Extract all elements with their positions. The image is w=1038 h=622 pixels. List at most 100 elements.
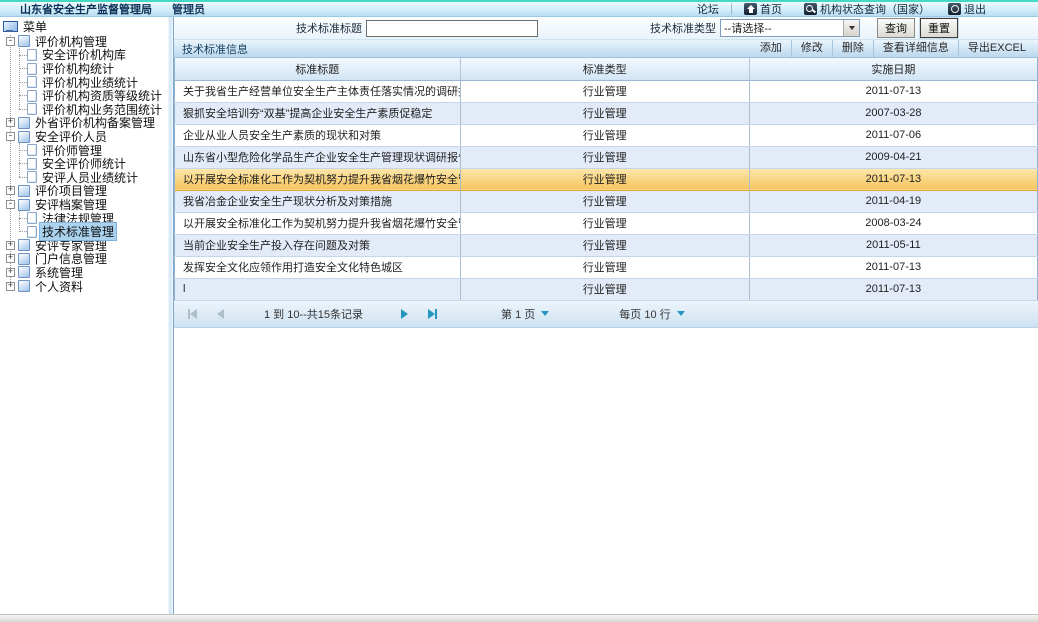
action-button-2[interactable]: 删除 (832, 40, 873, 57)
folder-icon (18, 131, 30, 143)
reset-button[interactable]: 重置 (920, 18, 958, 38)
app-title: 山东省安全生产监督管理局 (0, 1, 172, 17)
org-status-label: 机构状态查询（国家） (820, 1, 930, 17)
document-icon (27, 226, 37, 238)
search-bar: 技术标准标题 技术标准类型 --请选择-- 查询 重置 (174, 17, 1038, 40)
table-row[interactable]: 我省冶金企业安全生产现状分析及对策措施行业管理2011-04-19 (175, 190, 1038, 212)
tree-leaf-4-1[interactable]: 技术标准管理 (15, 225, 168, 239)
first-page-button[interactable] (188, 309, 197, 319)
collapse-icon[interactable]: - (6, 37, 15, 46)
tree-children-2: 评价师管理安全评价师统计安评人员业绩统计 (15, 143, 168, 184)
expand-icon[interactable]: + (6, 254, 15, 263)
expand-icon[interactable]: + (6, 186, 15, 195)
tree-node-8[interactable]: +个人资料 (6, 279, 168, 293)
tree-node-7[interactable]: +系统管理 (6, 266, 168, 280)
document-icon (27, 49, 37, 61)
folder-icon (18, 35, 30, 47)
cell-date: 2011-04-19 (749, 190, 1037, 212)
tree-root-menu[interactable]: 菜单 (3, 20, 168, 34)
page-selector[interactable]: 第 1 页 (501, 306, 549, 322)
tree-children-4: 法律法规管理技术标准管理 (15, 211, 168, 238)
cell-type: 行业管理 (460, 256, 749, 278)
last-page-button[interactable] (428, 309, 437, 319)
cell-type: 行业管理 (460, 234, 749, 256)
caret-down-icon (677, 311, 685, 316)
column-header: 标准标题 (175, 58, 461, 80)
table-row[interactable]: 以开展安全标准化工作为契机努力提升我省烟花爆竹安全管理水平行业管理2011-07… (175, 168, 1038, 190)
table-row[interactable]: 发挥安全文化应领作用打造安全文化特色城区行业管理2011-07-13 (175, 256, 1038, 278)
tree-leaf-label: 技术标准管理 (40, 223, 116, 240)
forum-link[interactable]: 论坛 (697, 1, 719, 17)
tree-leaf-label: 评价机构业务范围统计 (40, 101, 164, 118)
action-button-1[interactable]: 修改 (791, 40, 832, 57)
table-row[interactable]: 企业从业人员安全生产素质的现状和对策行业管理2011-07-06 (175, 124, 1038, 146)
table-row[interactable]: 以开展安全标准化工作为契机努力提升我省烟花爆竹安全管理水平行业管理2008-03… (175, 212, 1038, 234)
cell-title: 以开展安全标准化工作为契机努力提升我省烟花爆竹安全管理水平 (175, 212, 461, 234)
selected-option-label: --请选择-- (721, 20, 843, 36)
action-button-4[interactable]: 导出EXCEL (958, 40, 1035, 57)
table-row[interactable]: 山东省小型危险化学品生产企业安全生产管理现状调研报告行业管理2009-04-21 (175, 146, 1038, 168)
collapse-icon[interactable]: - (6, 132, 15, 141)
expand-icon[interactable]: + (6, 268, 15, 277)
arrow-right-icon (401, 309, 408, 319)
main-content: 技术标准标题 技术标准类型 --请选择-- 查询 重置 技术标准信息 添加修改删… (173, 17, 1038, 614)
expand-icon[interactable]: + (6, 282, 15, 291)
caret-down-icon (541, 311, 549, 316)
table-row[interactable]: 关于我省生产经营单位安全生产主体责任落实情况的调研报告行业管理2011-07-1… (175, 80, 1038, 102)
cell-date: 2011-07-06 (749, 124, 1037, 146)
cell-title: 我省冶金企业安全生产现状分析及对策措施 (175, 190, 461, 212)
cell-date: 2009-04-21 (749, 146, 1037, 168)
expand-icon[interactable]: + (6, 118, 15, 127)
folder-icon (18, 199, 30, 211)
query-button[interactable]: 查询 (877, 18, 915, 38)
cell-title: 山东省小型危险化学品生产企业安全生产管理现状调研报告 (175, 146, 461, 168)
tree-node-6[interactable]: +门户信息管理 (6, 252, 168, 266)
window-body: 菜单 -评价机构管理安全评价机构库评价机构统计评价机构业绩统计评价机构资质等级统… (0, 17, 1038, 614)
logout-label: 退出 (964, 1, 986, 17)
tree-leaf-label: 安评人员业绩统计 (40, 169, 140, 186)
table-header-row: 标准标题标准类型实施日期 (175, 58, 1038, 80)
select-dropdown-button[interactable] (843, 20, 859, 36)
standard-title-label: 技术标准标题 (296, 20, 362, 36)
folder-icon (18, 266, 30, 278)
document-icon (27, 90, 37, 102)
document-icon (27, 144, 37, 156)
org-status-link[interactable]: 机构状态查询（国家） (804, 1, 930, 17)
cell-type: 行业管理 (460, 124, 749, 146)
table-row[interactable]: 当前企业安全生产投入存在问题及对策行业管理2011-05-11 (175, 234, 1038, 256)
folder-icon (18, 280, 30, 292)
standard-title-input[interactable] (366, 20, 538, 37)
document-icon (27, 76, 37, 88)
next-page-button[interactable] (401, 309, 408, 319)
action-button-0[interactable]: 添加 (751, 40, 791, 57)
tree-leaf-2-2[interactable]: 安评人员业绩统计 (15, 171, 168, 185)
document-icon (27, 63, 37, 75)
link-separator: ｜ (726, 1, 737, 17)
document-icon (27, 158, 37, 170)
logout-link[interactable]: 退出 (948, 1, 986, 17)
panel-action-buttons: 添加修改删除查看详细信息导出EXCEL (751, 40, 1038, 57)
computer-icon (3, 21, 18, 33)
cell-date: 2011-07-13 (749, 80, 1037, 102)
collapse-icon[interactable]: - (6, 200, 15, 209)
standard-type-select[interactable]: --请选择-- (720, 19, 860, 37)
arrow-right-icon (428, 309, 435, 319)
cell-type: 行业管理 (460, 190, 749, 212)
page-size-label: 每页 10 行 (619, 306, 670, 322)
column-header: 标准类型 (460, 58, 749, 80)
cell-type: 行业管理 (460, 212, 749, 234)
arrow-left-icon (190, 309, 197, 319)
tree-leaf-0-4[interactable]: 评价机构业务范围统计 (15, 103, 168, 117)
cell-title: 当前企业安全生产投入存在问题及对策 (175, 234, 461, 256)
prev-page-button[interactable] (217, 309, 224, 319)
cell-title: 以开展安全标准化工作为契机努力提升我省烟花爆竹安全管理水平 (175, 168, 461, 190)
action-button-3[interactable]: 查看详细信息 (873, 40, 958, 57)
table-row[interactable]: l行业管理2011-07-13 (175, 278, 1038, 300)
expand-icon[interactable]: + (6, 241, 15, 250)
home-link[interactable]: 首页 (744, 1, 782, 17)
bottom-scrollbar[interactable] (0, 614, 1038, 622)
cell-type: 行业管理 (460, 80, 749, 102)
table-row[interactable]: 狠抓安全培训夯“双基”提高企业安全生产素质促稳定行业管理2007-03-28 (175, 102, 1038, 124)
top-header-bar: 山东省安全生产监督管理局 管理员 论坛 ｜ 首页 机构状态查询（国家） 退出 (0, 0, 1038, 17)
page-size-selector[interactable]: 每页 10 行 (619, 306, 684, 322)
